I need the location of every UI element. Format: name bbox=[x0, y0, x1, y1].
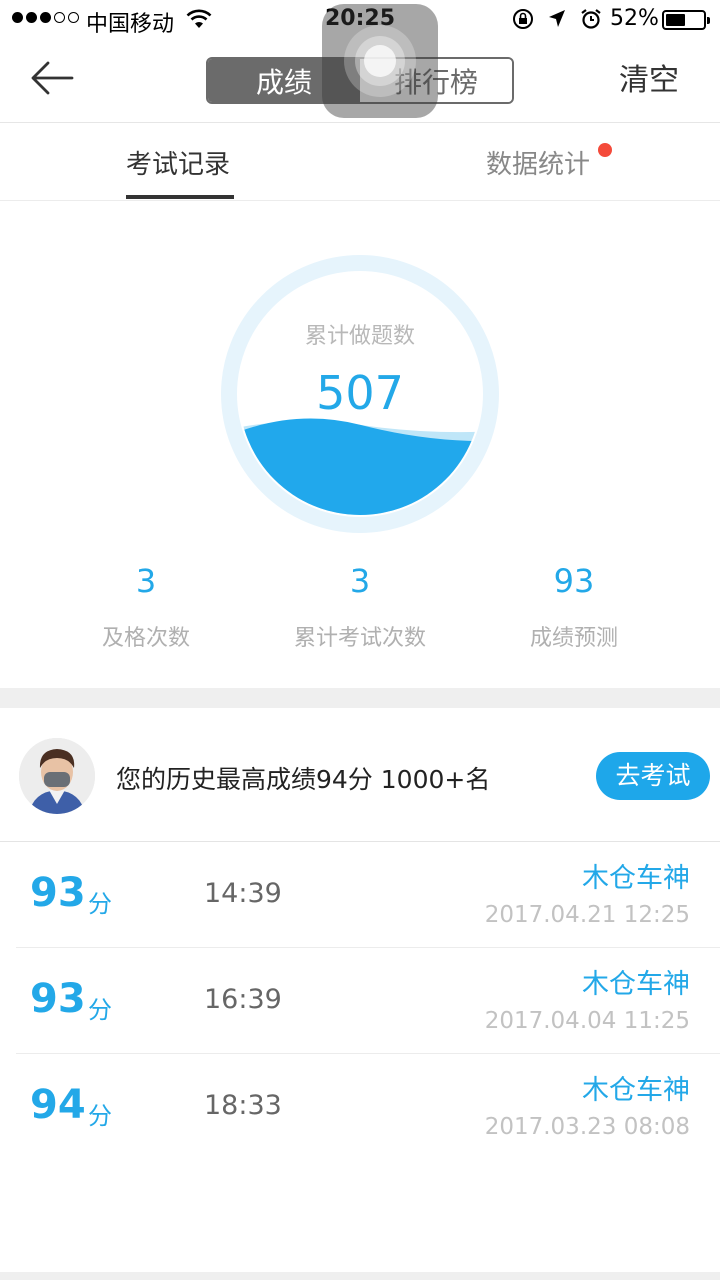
record-username: 木仓车神 bbox=[582, 1075, 690, 1106]
gauge-value: 507 bbox=[316, 366, 404, 420]
record-score: 94 bbox=[30, 1082, 86, 1128]
record-score-unit: 分 bbox=[88, 1102, 112, 1130]
avatar-image bbox=[19, 738, 95, 814]
stat-score-prediction: 93 成绩预测 bbox=[464, 562, 684, 652]
stat-label: 及格次数 bbox=[101, 626, 190, 651]
section-gap bbox=[0, 688, 720, 708]
stat-value: 3 bbox=[135, 562, 157, 600]
go-exam-button[interactable]: 去考试 bbox=[596, 752, 710, 800]
status-icons bbox=[512, 8, 602, 30]
record-duration: 18:33 bbox=[204, 1090, 282, 1121]
location-arrow-icon bbox=[549, 10, 565, 27]
stat-value: 93 bbox=[553, 562, 595, 600]
battery-fill bbox=[666, 14, 685, 26]
record-username: 木仓车神 bbox=[582, 863, 690, 894]
battery-icon bbox=[662, 10, 710, 30]
rotation-lock-icon bbox=[513, 9, 533, 29]
assistive-touch-button[interactable] bbox=[322, 4, 438, 118]
back-arrow-icon[interactable] bbox=[30, 58, 74, 98]
record-row[interactable]: 93 分 14:39 木仓车神 2017.04.21 12:25 bbox=[0, 842, 720, 948]
tab-statistics[interactable]: 数据统计 bbox=[486, 144, 590, 181]
notification-badge bbox=[598, 143, 612, 157]
record-row[interactable]: 94 分 18:33 木仓车神 2017.03.23 08:08 bbox=[0, 1054, 720, 1160]
divider bbox=[0, 200, 720, 201]
bottom-band bbox=[0, 1272, 720, 1280]
divider bbox=[0, 122, 720, 123]
record-score-unit: 分 bbox=[88, 996, 112, 1024]
record-score-unit: 分 bbox=[88, 890, 112, 918]
battery-nub bbox=[707, 17, 710, 24]
tab-exam-records[interactable]: 考试记录 bbox=[126, 144, 230, 181]
avatar[interactable] bbox=[19, 738, 95, 814]
record-duration: 14:39 bbox=[204, 878, 282, 909]
clear-button[interactable]: 清空 bbox=[606, 60, 692, 102]
assistive-ring bbox=[364, 45, 396, 77]
active-tab-indicator bbox=[126, 195, 234, 199]
stat-pass-count: 3 及格次数 bbox=[36, 562, 256, 652]
battery-percent: 52% bbox=[610, 6, 659, 31]
record-username: 木仓车神 bbox=[582, 969, 690, 1000]
record-score: 93 bbox=[30, 870, 86, 916]
gauge-label: 累计做题数 bbox=[304, 324, 415, 349]
record-row[interactable]: 93 分 16:39 木仓车神 2017.04.04 11:25 bbox=[0, 948, 720, 1054]
stat-total-exams: 3 累计考试次数 bbox=[250, 562, 470, 652]
alarm-icon bbox=[581, 9, 601, 29]
record-score: 93 bbox=[30, 976, 86, 1022]
record-duration: 16:39 bbox=[204, 984, 282, 1015]
record-date: 2017.04.04 11:25 bbox=[484, 1008, 690, 1034]
record-date: 2017.03.23 08:08 bbox=[484, 1114, 690, 1140]
best-score-text: 您的历史最高成绩94分 1000+名 bbox=[116, 765, 491, 794]
stat-label: 累计考试次数 bbox=[293, 626, 426, 651]
record-date: 2017.04.21 12:25 bbox=[484, 902, 690, 928]
stat-value: 3 bbox=[349, 562, 371, 600]
stat-label: 成绩预测 bbox=[529, 626, 618, 651]
